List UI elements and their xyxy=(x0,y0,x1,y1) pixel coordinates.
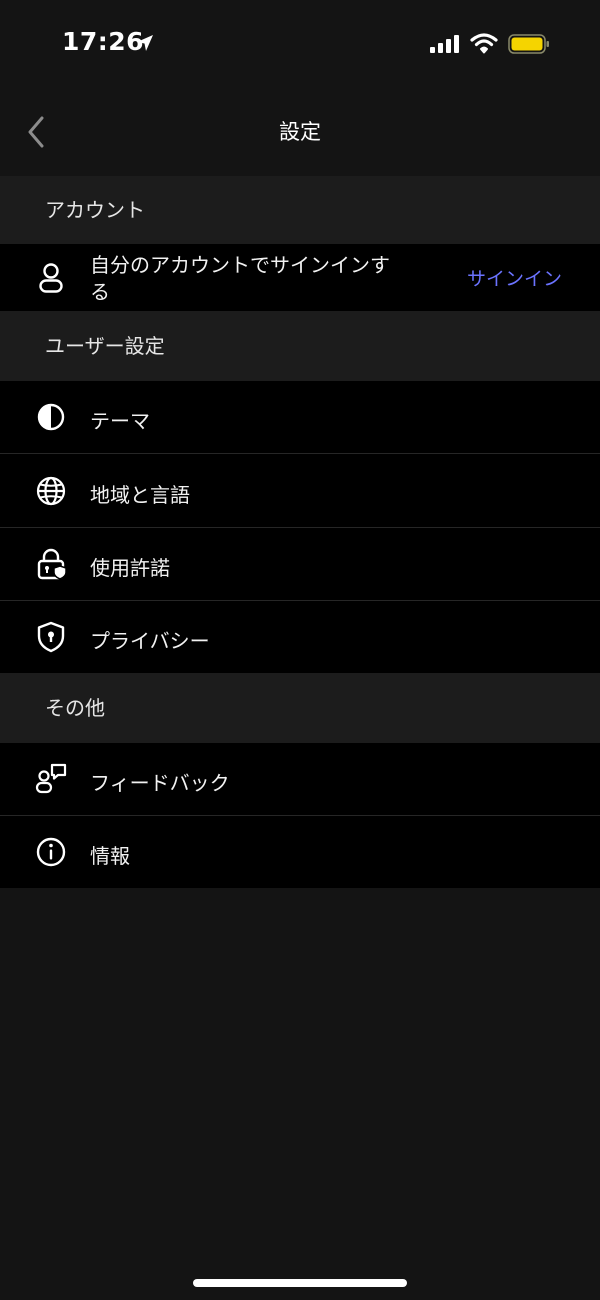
settings-item-label: プライバシー xyxy=(90,629,210,653)
settings-item-theme[interactable]: テーマ xyxy=(0,381,600,454)
settings-item-privacy[interactable]: プライバシー xyxy=(0,601,600,673)
globe-icon xyxy=(36,476,66,506)
section-header-other: その他 xyxy=(0,673,600,743)
back-button[interactable] xyxy=(18,110,58,154)
settings-item-label: テーマ xyxy=(90,409,150,433)
settings-item-info[interactable]: 情報 xyxy=(0,816,600,888)
page-title: 設定 xyxy=(279,120,321,144)
contrast-icon xyxy=(37,403,65,431)
account-signin-label: 自分のアカウントでサインインする xyxy=(90,253,390,304)
settings-item-label: 地域と言語 xyxy=(90,483,190,507)
status-bar: 17:26 xyxy=(0,0,600,88)
cellular-signal-icon xyxy=(430,35,459,53)
settings-item-feedback[interactable]: フィードバック xyxy=(0,743,600,816)
feedback-icon xyxy=(35,763,67,794)
user-icon xyxy=(39,263,63,293)
settings-item-region-language[interactable]: 地域と言語 xyxy=(0,454,600,528)
chevron-left-icon xyxy=(28,116,44,148)
home-indicator[interactable] xyxy=(193,1279,407,1287)
shield-lock-icon xyxy=(37,621,65,653)
settings-item-label: 情報 xyxy=(90,844,130,868)
section-header-account: アカウント xyxy=(0,176,600,244)
settings-item-label: 使用許諾 xyxy=(90,556,170,580)
wifi-icon xyxy=(470,33,498,54)
location-arrow-icon xyxy=(137,35,153,51)
section-header-user-settings: ユーザー設定 xyxy=(0,311,600,381)
account-signin-row[interactable]: 自分のアカウントでサインインする サインイン xyxy=(0,244,600,311)
status-time: 17:26 xyxy=(62,27,145,56)
settings-item-license[interactable]: 使用許諾 xyxy=(0,528,600,601)
settings-item-label: フィードバック xyxy=(90,771,230,795)
signin-button[interactable]: サインイン xyxy=(467,264,562,291)
info-icon xyxy=(36,837,66,867)
navigation-bar: 設定 xyxy=(0,88,600,176)
battery-icon xyxy=(508,34,549,54)
lock-shield-icon xyxy=(37,548,67,580)
